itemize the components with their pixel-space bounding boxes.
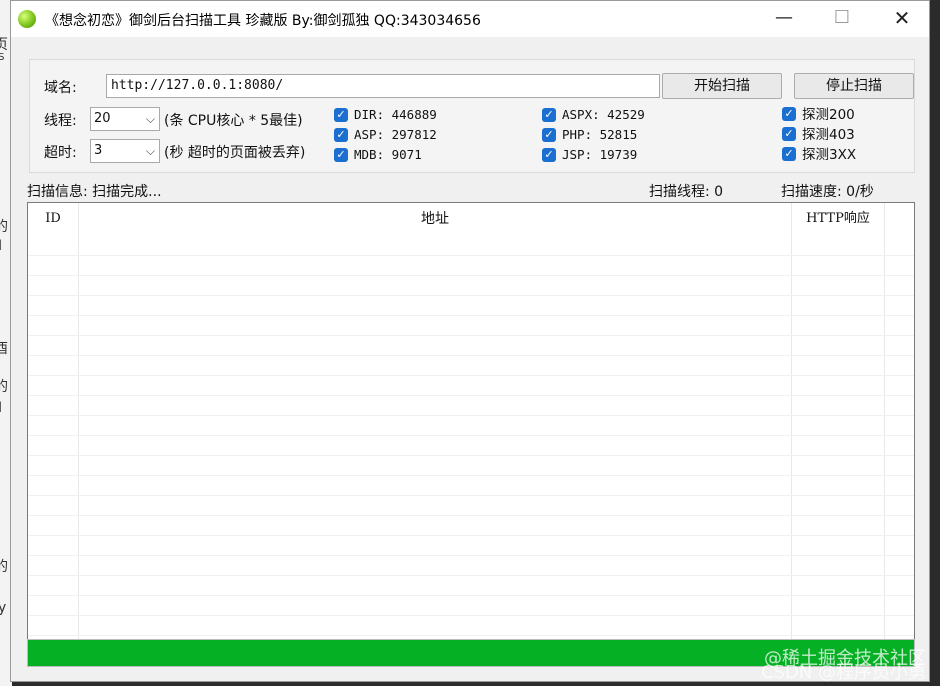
threads-value: 20 (94, 111, 111, 126)
checkmark-icon: ✓ (542, 107, 556, 122)
row-divider (28, 355, 914, 356)
row-divider (28, 395, 914, 396)
checkmark-icon: ✓ (334, 107, 348, 122)
row-divider (28, 295, 914, 296)
column-divider (884, 203, 885, 639)
scan-info: 扫描信息: 扫描完成... (27, 184, 162, 200)
column-header-id[interactable]: ID (28, 203, 78, 237)
close-button[interactable]: ✕ (873, 1, 931, 37)
row-divider (28, 615, 914, 616)
background-text: 的 (0, 219, 8, 235)
checkmark-icon: ✓ (782, 147, 796, 161)
checkbox-probe-200[interactable]: ✓ 探测200 (782, 106, 855, 124)
row-divider (28, 335, 914, 336)
row-divider (28, 595, 914, 596)
checkbox-probe-3xx[interactable]: ✓ 探测3XX (782, 146, 856, 164)
threads-hint: (条 CPU核心 * 5最佳) (164, 113, 303, 129)
background-text: I (0, 238, 3, 254)
row-divider (28, 535, 914, 536)
checkbox-mdb[interactable]: ✓ MDB: 9071 (334, 146, 422, 164)
timeout-label: 超时: (44, 145, 77, 161)
column-header-http[interactable]: HTTP响应 (792, 203, 884, 237)
checkmark-icon: ✓ (782, 107, 796, 121)
start-scan-button[interactable]: 开始扫描 (662, 73, 782, 99)
column-header-address[interactable]: 地址 (79, 203, 791, 237)
timeout-select[interactable]: 3 ⌵ (90, 139, 160, 163)
chevron-down-icon: ⌵ (145, 144, 155, 158)
title-bar[interactable]: 《想念初恋》御剑后台扫描工具 珍藏版 By:御剑孤独 QQ:343034656 … (11, 1, 929, 37)
background-text: 的 (0, 559, 8, 575)
maximize-button[interactable]: ☐ (813, 1, 871, 37)
checkbox-label: 探测200 (802, 107, 855, 123)
row-divider (28, 435, 914, 436)
row-divider (28, 635, 914, 636)
checkmark-icon: ✓ (542, 147, 556, 162)
timeout-hint: (秒 超时的页面被丢弃) (164, 145, 306, 161)
domain-input[interactable]: http://127.0.0.1:8080/ (106, 74, 660, 98)
scan-threads: 扫描线程: 0 (649, 184, 724, 200)
background-text: 的 (0, 379, 8, 395)
minimize-button[interactable]: — (755, 1, 813, 37)
watermark-csdn: CSDN @程序员小勇 (760, 662, 926, 683)
table-header: ID 地址 HTTP响应 (28, 203, 914, 237)
row-divider (28, 255, 914, 256)
checkbox-asp[interactable]: ✓ ASP: 297812 (334, 126, 437, 144)
threads-select[interactable]: 20 ⌵ (90, 107, 160, 131)
background-text: 页 (0, 37, 8, 53)
row-divider (28, 455, 914, 456)
domain-label: 域名: (44, 80, 77, 96)
row-divider (28, 315, 914, 316)
checkbox-label: DIR: 446889 (354, 107, 437, 122)
checkbox-dir[interactable]: ✓ DIR: 446889 (334, 106, 437, 124)
row-divider (28, 475, 914, 476)
window-title: 《想念初恋》御剑后台扫描工具 珍藏版 By:御剑孤独 QQ:343034656 (45, 13, 481, 29)
row-divider (28, 555, 914, 556)
column-divider (791, 203, 792, 639)
settings-panel: 域名: http://127.0.0.1:8080/ 开始扫描 停止扫描 线程:… (29, 59, 915, 173)
checkmark-icon: ✓ (334, 147, 348, 162)
checkbox-aspx[interactable]: ✓ ASPX: 42529 (542, 106, 645, 124)
checkbox-label: 探测403 (802, 127, 855, 143)
checkmark-icon: ✓ (334, 127, 348, 142)
row-divider (28, 275, 914, 276)
app-window: 《想念初恋》御剑后台扫描工具 珍藏版 By:御剑孤独 QQ:343034656 … (10, 0, 930, 682)
checkbox-jsp[interactable]: ✓ JSP: 19739 (542, 146, 637, 164)
threads-label: 线程: (44, 113, 77, 129)
checkbox-label: JSP: 19739 (562, 147, 638, 162)
checkbox-label: ASPX: 42529 (562, 107, 645, 122)
background-text: I (0, 400, 3, 416)
chevron-down-icon: ⌵ (145, 112, 155, 126)
checkbox-label: MDB: 9071 (354, 147, 422, 162)
checkbox-label: 探测3XX (802, 147, 857, 163)
checkbox-label: PHP: 52815 (562, 127, 638, 142)
background-text: 酉 (0, 341, 8, 357)
background-text: y (0, 600, 7, 616)
row-divider (28, 515, 914, 516)
checkbox-probe-403[interactable]: ✓ 探测403 (782, 126, 855, 144)
results-table[interactable]: ID 地址 HTTP响应 (27, 202, 915, 640)
column-divider (78, 203, 79, 639)
checkmark-icon: ✓ (542, 127, 556, 142)
scan-speed: 扫描速度: 0/秒 (781, 184, 874, 200)
row-divider (28, 375, 914, 376)
checkmark-icon: ✓ (782, 127, 796, 141)
stop-scan-button[interactable]: 停止扫描 (794, 73, 914, 99)
checkbox-php[interactable]: ✓ PHP: 52815 (542, 126, 637, 144)
timeout-value: 3 (94, 143, 103, 158)
row-divider (28, 575, 914, 576)
background-text: YS (0, 52, 5, 63)
row-divider (28, 495, 914, 496)
app-icon (18, 10, 36, 28)
row-divider (28, 415, 914, 416)
checkbox-label: ASP: 297812 (354, 127, 437, 142)
